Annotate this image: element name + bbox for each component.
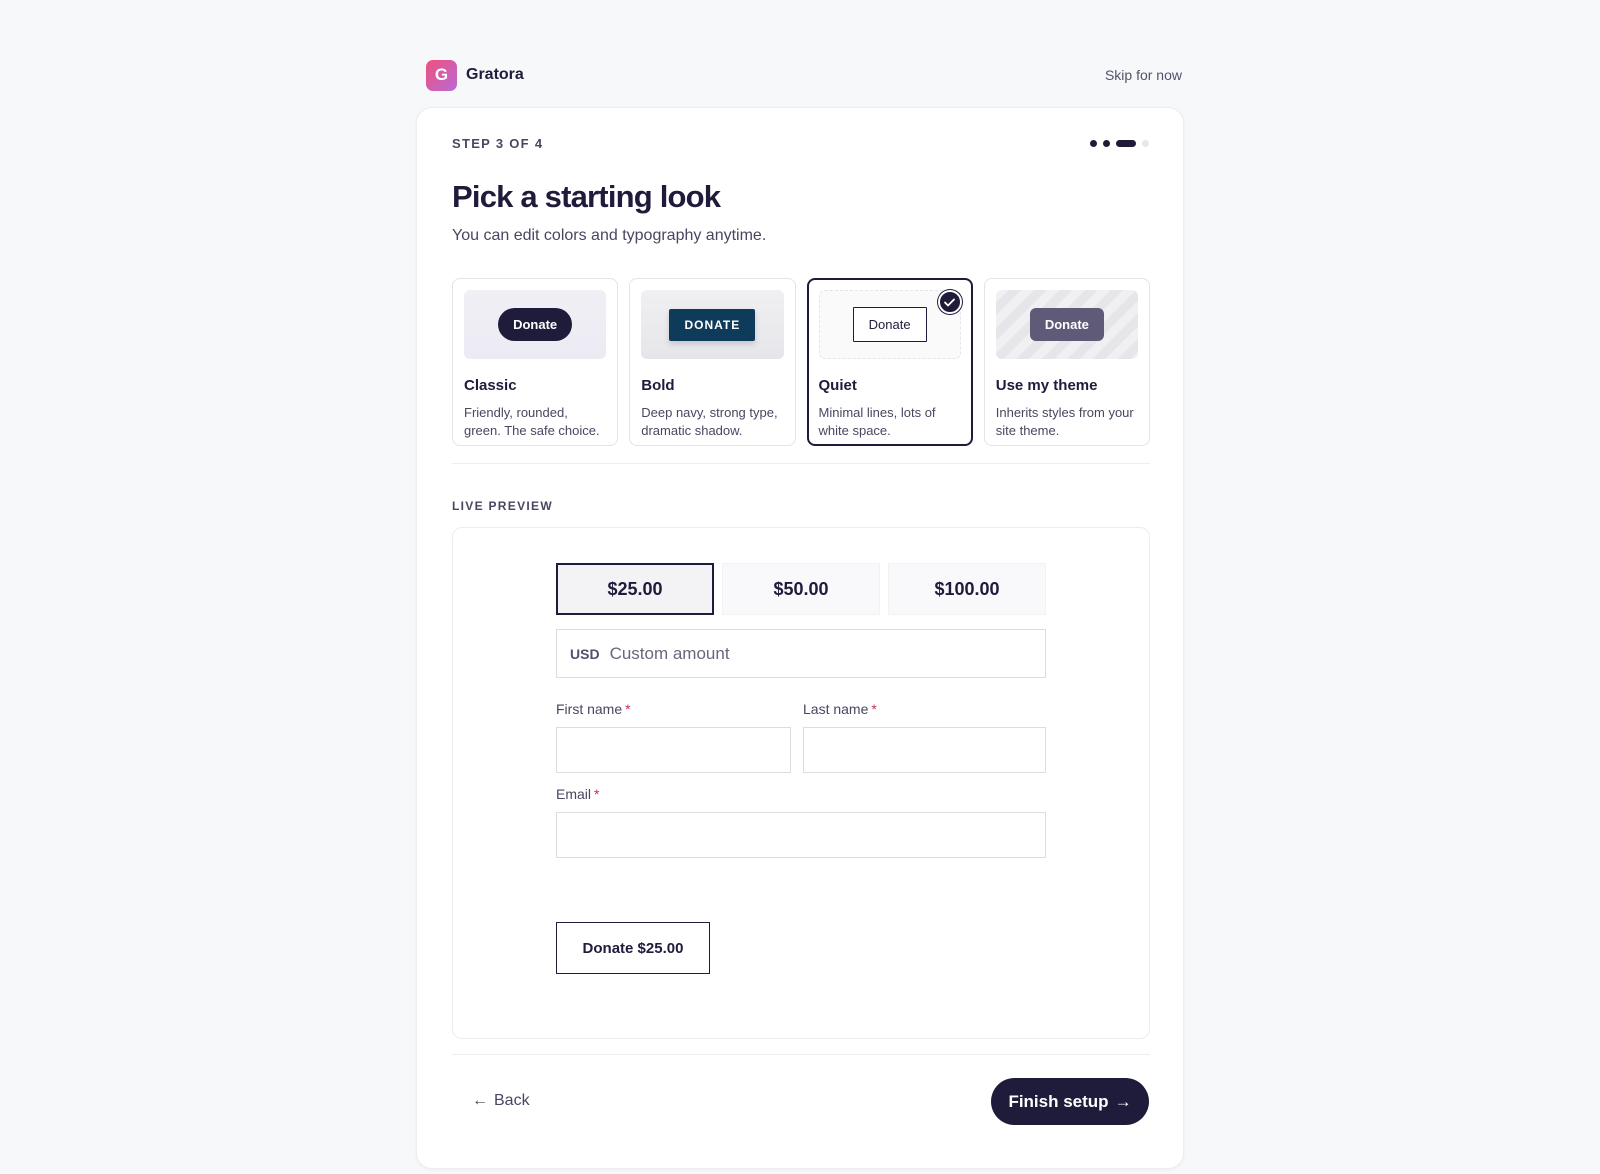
custom-amount-field[interactable]: USD [556, 629, 1046, 678]
theme-description: Friendly, rounded, green. The safe choic… [464, 405, 600, 438]
finish-setup-label: Finish setup [1008, 1091, 1109, 1111]
required-mark: * [625, 701, 631, 717]
theme-description: Minimal lines, lots of white space. [818, 405, 936, 438]
classic-donate-sample: Donate [498, 308, 573, 341]
email-label: Email * [556, 786, 599, 802]
first-name-label-text: First name [556, 701, 623, 717]
theme-option-bold[interactable]: DONATE Bold Deep navy, strong type, dram… [629, 278, 796, 446]
back-label: Back [494, 1092, 530, 1109]
theme-name: Bold [641, 377, 675, 394]
page-title: Pick a starting look [452, 179, 721, 214]
theme-description: Inherits styles from your site theme. [995, 405, 1134, 438]
amount-options: $25.00 $50.00 $100.00 [556, 563, 1046, 615]
theme-preview-classic: Donate [464, 290, 607, 359]
arrow-left-icon: ← [472, 1092, 488, 1109]
step-dot-1 [1090, 140, 1097, 147]
theme-name: Classic [464, 377, 517, 394]
brand-name: Gratora [466, 66, 524, 83]
page-subtitle: You can edit colors and typography anyti… [452, 227, 767, 244]
required-mark: * [594, 786, 600, 802]
check-icon [937, 290, 962, 314]
theme-name: Use my theme [995, 377, 1098, 394]
amount-option-25[interactable]: $25.00 [556, 563, 714, 615]
theme-option-classic[interactable]: Donate Classic Friendly, rounded, green.… [452, 278, 619, 446]
section-divider [452, 463, 1150, 464]
theme-description: Deep navy, strong type, dramatic shadow. [641, 405, 778, 438]
last-name-label: Last name * [803, 701, 877, 717]
theme-preview-my-theme: Donate [995, 290, 1138, 359]
required-mark: * [871, 701, 877, 717]
back-button[interactable]: ← Back [472, 1092, 530, 1110]
email-label-text: Email [556, 786, 592, 802]
bold-donate-sample: DONATE [669, 308, 756, 341]
last-name-label-text: Last name [803, 701, 869, 717]
amount-option-50[interactable]: $50.00 [722, 563, 880, 615]
brand-logo-icon: G [426, 59, 457, 91]
amount-option-100[interactable]: $100.00 [888, 563, 1046, 615]
live-preview-panel: $25.00 $50.00 $100.00 USD First name* La… [452, 527, 1150, 1039]
brand: G Gratora [426, 59, 524, 91]
check-icon-glyph [944, 298, 956, 306]
footer-divider [452, 1054, 1150, 1055]
skip-for-now-link[interactable]: Skip for now [1105, 67, 1182, 83]
theme-name: Quiet [818, 377, 857, 394]
theme-preview-bold: DONATE [641, 290, 784, 359]
theme-option-use-my-theme[interactable]: Donate Use my theme Inherits styles from… [983, 278, 1150, 446]
my-theme-donate-sample: Donate [1029, 308, 1104, 341]
theme-options: Donate Classic Friendly, rounded, green.… [452, 278, 1150, 446]
step-dot-3-current [1116, 140, 1136, 147]
step-label: STEP 3 OF 4 [452, 136, 544, 151]
theme-option-quiet[interactable]: Donate Quiet Minimal lines, lots of whit… [806, 278, 973, 446]
wizard-card: STEP 3 OF 4 Pick a starting look You can… [416, 107, 1184, 1169]
step-progress [1090, 140, 1149, 147]
first-name-label: First name * [556, 701, 631, 717]
donate-submit-button[interactable]: Donate $25.00 [556, 922, 710, 974]
custom-amount-input[interactable] [609, 643, 1010, 664]
quiet-donate-sample: Donate [852, 307, 927, 342]
top-bar: G Gratora Skip for now [426, 59, 1182, 91]
first-name-input[interactable] [556, 727, 791, 773]
arrow-right-icon: → [1114, 1091, 1132, 1111]
currency-label: USD [570, 645, 600, 662]
live-preview-label: LIVE PREVIEW [452, 499, 553, 513]
step-dot-2 [1103, 140, 1110, 147]
finish-setup-button[interactable]: Finish setup → [991, 1078, 1149, 1125]
step-dot-4 [1142, 140, 1149, 147]
email-input[interactable] [556, 812, 1046, 858]
last-name-input[interactable] [803, 727, 1046, 773]
